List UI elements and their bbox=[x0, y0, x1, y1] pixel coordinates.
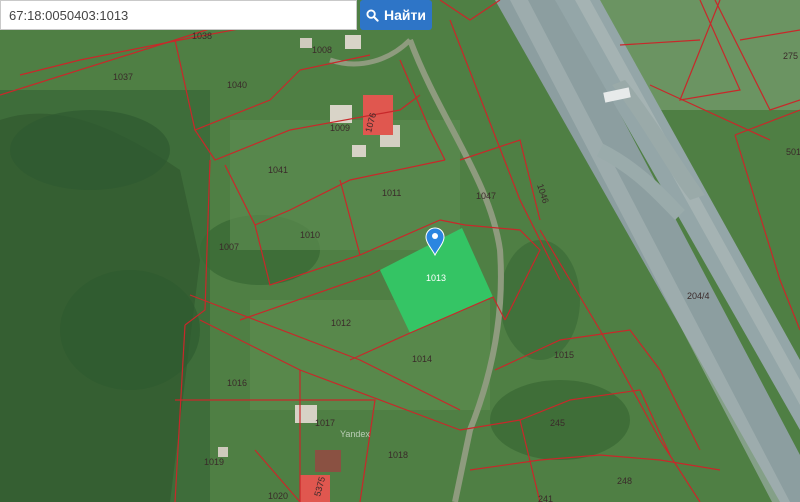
parcel-label: 1015 bbox=[554, 350, 574, 360]
parcel-label: 275 bbox=[783, 51, 798, 61]
parcel-label: 1014 bbox=[412, 354, 432, 364]
parcel-label: 1011 bbox=[382, 188, 401, 198]
parcel-label: 1012 bbox=[331, 318, 351, 328]
parcel-label: 248 bbox=[617, 476, 632, 486]
parcel-label: 501 bbox=[786, 147, 800, 157]
parcel-label: 1037 bbox=[113, 72, 133, 82]
parcel-label: 1017 bbox=[315, 418, 335, 428]
parcel-label: 1008 bbox=[312, 45, 332, 55]
map-watermark: Yandex bbox=[340, 429, 370, 439]
parcel-label: 1010 bbox=[300, 230, 320, 240]
parcel-label: 1020 bbox=[268, 491, 288, 501]
parcel-label: 1019 bbox=[204, 457, 224, 467]
parcel-label: 204/4 bbox=[687, 291, 710, 301]
parcel-label: 1018 bbox=[388, 450, 408, 460]
parcel-label: 1013 bbox=[426, 273, 446, 283]
parcel-label: 1009 bbox=[330, 123, 350, 133]
parcel-label: 1040 bbox=[227, 80, 247, 90]
search-box bbox=[0, 0, 357, 30]
parcel-label: 1007 bbox=[219, 242, 239, 252]
parcel-label: 1047 bbox=[476, 191, 496, 201]
search-button[interactable]: Найти bbox=[360, 0, 432, 30]
parcel-label: 245 bbox=[550, 418, 565, 428]
search-icon bbox=[366, 8, 379, 22]
cadastral-map[interactable]: 1038 1008 1037 1040 275 1009 1076 1041 1… bbox=[0, 0, 800, 502]
parcel-label: 1038 bbox=[192, 31, 212, 41]
search-input[interactable] bbox=[1, 1, 356, 29]
search-button-label: Найти bbox=[384, 7, 426, 23]
parcel-label: 241 bbox=[538, 494, 553, 502]
parcel-label: 1016 bbox=[227, 378, 247, 388]
parcel-label: 1041 bbox=[268, 165, 288, 175]
